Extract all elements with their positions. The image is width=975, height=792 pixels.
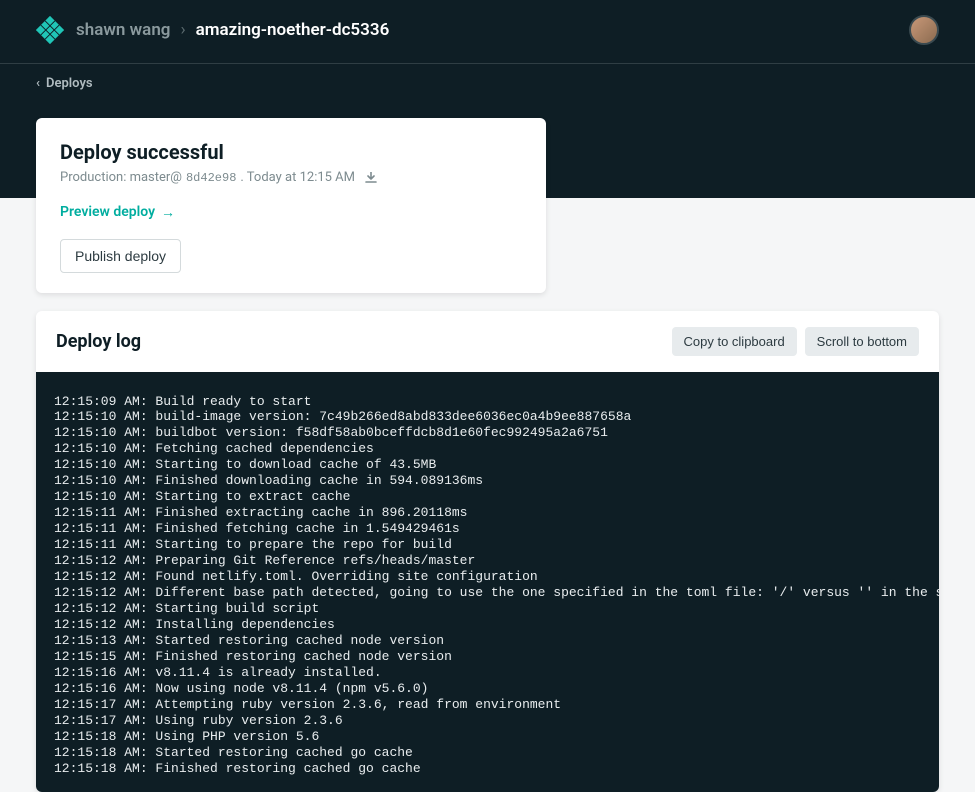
log-header: Deploy log Copy to clipboard Scroll to b… <box>36 311 939 372</box>
breadcrumb: shawn wang › amazing-noether-dc5336 <box>76 20 389 40</box>
header: shawn wang › amazing-noether-dc5336 <box>0 0 975 64</box>
deploy-log-card: Deploy log Copy to clipboard Scroll to b… <box>36 311 939 792</box>
deploy-meta-suffix: . Today at 12:15 AM <box>240 170 355 185</box>
back-link[interactable]: ‹ Deploys <box>0 64 975 103</box>
breadcrumb-site[interactable]: amazing-noether-dc5336 <box>196 20 390 40</box>
avatar[interactable] <box>909 15 939 45</box>
deploy-meta-prefix: Production: master@ <box>60 170 182 185</box>
deploy-status-title: Deploy successful <box>60 140 522 164</box>
log-actions: Copy to clipboard Scroll to bottom <box>672 327 920 356</box>
copy-to-clipboard-button[interactable]: Copy to clipboard <box>672 327 797 356</box>
chevron-left-icon: ‹ <box>36 76 40 91</box>
breadcrumb-owner[interactable]: shawn wang <box>76 20 170 40</box>
publish-deploy-button[interactable]: Publish deploy <box>60 239 181 273</box>
logo-icon[interactable] <box>36 16 64 44</box>
deploy-summary-card: Deploy successful Production: master@ 8d4… <box>36 118 546 293</box>
log-output[interactable]: 12:15:09 AM: Build ready to start 12:15:… <box>36 372 939 792</box>
chevron-right-icon: › <box>180 20 185 40</box>
download-icon[interactable] <box>365 172 377 184</box>
scroll-to-bottom-button[interactable]: Scroll to bottom <box>805 327 919 356</box>
arrow-right-icon: → <box>161 204 175 221</box>
back-link-label: Deploys <box>46 76 93 91</box>
deploy-meta: Production: master@ 8d42e98 . Today at 12:… <box>60 170 522 185</box>
log-title: Deploy log <box>56 331 141 352</box>
header-left: shawn wang › amazing-noether-dc5336 <box>36 16 389 44</box>
preview-deploy-link[interactable]: Preview deploy → <box>60 204 175 221</box>
commit-hash[interactable]: 8d42e98 <box>186 171 236 185</box>
preview-deploy-label: Preview deploy <box>60 204 155 220</box>
